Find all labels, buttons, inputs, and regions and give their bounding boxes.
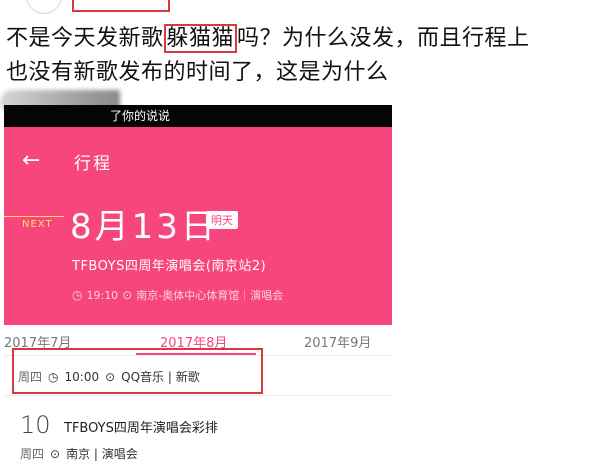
next-line — [4, 216, 64, 217]
schedule-screenshot: 了你的说说 ← 行程 NEXT 8月13日 明天 TFBOYS四周年演唱会(南京… — [4, 105, 392, 472]
schedule-title[interactable]: TFBOYS四周年演唱会彩排 — [64, 417, 218, 436]
event-location: 南京-奥体中心体育馆｜演唱会 — [136, 289, 284, 302]
next-label: NEXT — [22, 219, 53, 230]
highlight-box-top — [72, 0, 170, 12]
location-pin-icon: ⊙ — [50, 446, 61, 461]
avatar[interactable] — [26, 0, 62, 14]
weekday: 周四 — [18, 370, 43, 384]
back-arrow-icon[interactable]: ← — [22, 149, 40, 173]
schedule-time: 10:00 — [64, 369, 100, 384]
post-line-1-b: 吗？为什么没发，而且行程上 — [237, 26, 530, 51]
schedule-row-1[interactable]: 周四 ◷ 10:00 ⊙ QQ音乐 | 新歌 — [18, 368, 200, 385]
clock-icon: ◷ — [72, 288, 83, 302]
schedule-hero: ← 行程 NEXT 8月13日 明天 TFBOYS四周年演唱会(南京站2) ◷ … — [4, 127, 392, 325]
status-bar: 了你的说说 — [4, 105, 392, 127]
tab-month-september[interactable]: 2017年9月 — [304, 332, 371, 351]
schedule-place: 南京 | 演唱会 — [66, 447, 138, 461]
event-date: 8月13日 — [70, 207, 218, 247]
clock-icon: ◷ — [48, 369, 59, 384]
weekday: 周四 — [20, 447, 45, 461]
day-number: 10 — [20, 411, 51, 439]
highlighted-song-name: 躲猫猫 — [163, 24, 238, 53]
location-pin-icon: ⊙ — [122, 288, 133, 302]
event-time: 19:10 — [86, 288, 119, 302]
schedule-row-2: 周四 ⊙ 南京 | 演唱会 — [20, 445, 138, 462]
post-text: 不是今天发新歌 躲猫猫 吗？为什么没发，而且行程上 也没有新歌发布的时间了，这是为什… — [6, 22, 586, 90]
post-line-2: 也没有新歌发布的时间了，这是为什么 — [6, 60, 389, 85]
tomorrow-badge: 明天 — [206, 211, 238, 229]
event-title[interactable]: TFBOYS四周年演唱会(南京站2) — [72, 255, 266, 274]
page-title: 行程 — [74, 154, 112, 174]
divider — [4, 395, 392, 396]
location-pin-icon: ⊙ — [105, 369, 116, 384]
schedule-place: QQ音乐 | 新歌 — [121, 370, 200, 384]
post-line-1-a: 不是今天发新歌 — [6, 26, 164, 51]
post-line-1: 不是今天发新歌 躲猫猫 吗？为什么没发，而且行程上 — [6, 22, 586, 56]
event-meta: ◷ 19:10 ⊙ 南京-奥体中心体育馆｜演唱会 — [72, 287, 283, 303]
